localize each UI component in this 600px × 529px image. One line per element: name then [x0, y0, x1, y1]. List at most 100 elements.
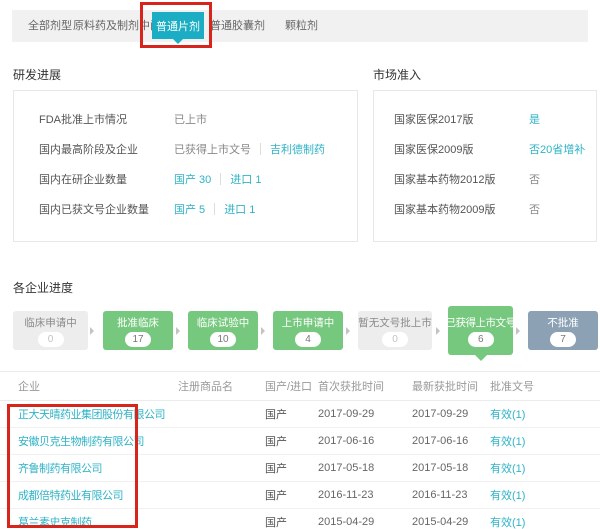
medicare-2009-label: 国家医保2009版: [394, 141, 529, 157]
stage-listing-application[interactable]: 上市申请中 4: [273, 311, 343, 350]
market-access-row: 国家医保2017版 是: [394, 104, 596, 134]
table-row: 葛兰素史克制药 国产 2015-04-29 2015-04-29 有效(1): [0, 509, 600, 529]
stage-count-badge: 0: [382, 332, 408, 347]
table-row: 成都倍特药业有限公司 国产 2016-11-23 2016-11-23 有效(1…: [0, 482, 600, 509]
market-access-row: 国家基本药物2012版 否: [394, 164, 596, 194]
medicare-2017-label: 国家医保2017版: [394, 111, 529, 127]
fda-status-value: 已上市: [174, 111, 207, 127]
latest-date-cell: 2017-09-29: [412, 408, 490, 420]
stage-count-badge: 10: [210, 332, 236, 347]
origin-cell: 国产: [265, 487, 318, 503]
essential-drugs-2012-label: 国家基本药物2012版: [394, 171, 529, 187]
latest-date-cell: 2015-04-29: [412, 516, 490, 528]
header-first-approval-date: 首次获批时间: [318, 378, 412, 394]
table-row: 齐鲁制药有限公司 国产 2017-05-18 2017-05-18 有效(1): [0, 455, 600, 482]
tab-all-dosage-forms[interactable]: 全部剂型: [28, 10, 72, 42]
origin-cell: 国产: [265, 514, 318, 529]
chevron-right-icon: [346, 327, 350, 335]
header-latest-approval-date: 最新获批时间: [412, 378, 490, 394]
latest-date-cell: 2016-11-23: [412, 489, 490, 501]
origin-cell: 国产: [265, 460, 318, 476]
license-link[interactable]: 有效(1): [490, 433, 600, 449]
chevron-right-icon: [90, 327, 94, 335]
tab-capsule[interactable]: 普通胶囊剂: [210, 10, 265, 42]
market-access-row: 国家基本药物2009版 否: [394, 194, 596, 224]
market-access-card: 国家医保2017版 是 国家医保2009版 否20省增补 国家基本药物2012版…: [373, 90, 597, 242]
licensed-companies-label: 国内已获文号企业数量: [39, 201, 174, 217]
essential-drugs-2009-value: 否: [529, 201, 540, 217]
table-row: 安徽贝克生物制药有限公司 国产 2017-06-16 2017-06-16 有效…: [0, 428, 600, 455]
company-progress-title: 各企业进度: [13, 279, 73, 296]
licensed-import-link[interactable]: 进口 1: [224, 201, 255, 217]
header-license: 批准文号: [490, 378, 600, 394]
divider: [214, 203, 215, 215]
company-link[interactable]: 成都倍特药业有限公司: [18, 487, 178, 503]
rd-row-fda: FDA批准上市情况 已上市: [39, 104, 357, 134]
stage-count-badge: 6: [468, 332, 494, 347]
latest-date-cell: 2017-06-16: [412, 435, 490, 447]
stage-count-badge: 4: [295, 332, 321, 347]
companies-table: 企业 注册商品名 国产/进口 首次获批时间 最新获批时间 批准文号 正大天晴药业…: [0, 371, 600, 529]
stage-clinical-approved[interactable]: 批准临床 17: [103, 311, 173, 350]
essential-drugs-2009-label: 国家基本药物2009版: [394, 201, 529, 217]
stage-no-license-approved[interactable]: 暂无文号批上市 0: [358, 311, 432, 350]
licensed-domestic-link[interactable]: 国产 5: [174, 201, 205, 217]
stage-license-obtained-selected[interactable]: 已获得上市文号 6: [448, 306, 513, 355]
stage-count-badge: 7: [550, 332, 576, 347]
header-company: 企业: [18, 378, 178, 394]
license-link[interactable]: 有效(1): [490, 514, 600, 529]
stage-count-badge: 0: [38, 332, 64, 347]
divider: [260, 143, 261, 155]
fda-status-label: FDA批准上市情况: [39, 111, 174, 127]
first-date-cell: 2016-11-23: [318, 489, 412, 501]
drug-detail-page: 全部剂型 原料药及制剂中间体 普通胶囊剂 颗粒剂 普通片剂 研发进展 FDA批准…: [0, 0, 600, 529]
table-row: 正大天晴药业集团股份有限公司 国产 2017-09-29 2017-09-29 …: [0, 401, 600, 428]
rd-progress-title: 研发进展: [13, 66, 61, 83]
rd-row-active-companies: 国内在研企业数量 国产 30 进口 1: [39, 164, 357, 194]
rd-row-highest-stage: 国内最高阶段及企业 已获得上市文号 吉利德制药: [39, 134, 357, 164]
market-access-row: 国家医保2009版 否20省增补: [394, 134, 596, 164]
tab-granule[interactable]: 颗粒剂: [285, 10, 318, 42]
company-link[interactable]: 正大天晴药业集团股份有限公司: [18, 406, 178, 422]
stage-label: 不批准: [547, 315, 579, 330]
license-link[interactable]: 有效(1): [490, 487, 600, 503]
company-link[interactable]: 葛兰素史克制药: [18, 514, 178, 529]
progress-pipeline: 临床申请中 0 批准临床 17 临床试验中 10 上市申请中 4 暂无文号批上市…: [0, 303, 600, 365]
stage-label: 已获得上市文号: [446, 315, 516, 330]
highest-stage-label: 国内最高阶段及企业: [39, 141, 174, 157]
stage-label: 批准临床: [117, 315, 159, 330]
chevron-right-icon: [436, 327, 440, 335]
table-header-row: 企业 注册商品名 国产/进口 首次获批时间 最新获批时间 批准文号: [0, 371, 600, 401]
dosage-form-tabbar: 全部剂型 原料药及制剂中间体 普通胶囊剂 颗粒剂 普通片剂: [12, 10, 588, 42]
active-domestic-link[interactable]: 国产 30: [174, 171, 211, 187]
company-link[interactable]: 齐鲁制药有限公司: [18, 460, 178, 476]
highest-stage-company-link[interactable]: 吉利德制药: [270, 141, 325, 157]
rd-row-licensed-companies: 国内已获文号企业数量 国产 5 进口 1: [39, 194, 357, 224]
chevron-right-icon: [516, 327, 520, 335]
latest-date-cell: 2017-05-18: [412, 462, 490, 474]
license-link[interactable]: 有效(1): [490, 460, 600, 476]
essential-drugs-2012-value: 否: [529, 171, 540, 187]
origin-cell: 国产: [265, 433, 318, 449]
first-date-cell: 2017-09-29: [318, 408, 412, 420]
active-import-link[interactable]: 进口 1: [230, 171, 261, 187]
tab-tablet-active[interactable]: 普通片剂: [152, 12, 204, 39]
company-link[interactable]: 安徽贝克生物制药有限公司: [18, 433, 178, 449]
stage-count-badge: 17: [125, 332, 151, 347]
chevron-right-icon: [261, 327, 265, 335]
active-companies-label: 国内在研企业数量: [39, 171, 174, 187]
rd-progress-card: FDA批准上市情况 已上市 国内最高阶段及企业 已获得上市文号 吉利德制药 国内…: [13, 90, 358, 242]
divider: [220, 173, 221, 185]
stage-in-clinical-trial[interactable]: 临床试验中 10: [188, 311, 258, 350]
first-date-cell: 2017-05-18: [318, 462, 412, 474]
stage-not-approved[interactable]: 不批准 7: [528, 311, 598, 350]
market-access-title: 市场准入: [373, 66, 421, 83]
first-date-cell: 2015-04-29: [318, 516, 412, 528]
medicare-2017-value: 是: [529, 111, 540, 127]
license-link[interactable]: 有效(1): [490, 406, 600, 422]
stage-label: 暂无文号批上市: [358, 315, 432, 330]
stage-clinical-application[interactable]: 临床申请中 0: [13, 311, 88, 350]
stage-label: 上市申请中: [282, 315, 335, 330]
chevron-right-icon: [176, 327, 180, 335]
stage-label: 临床申请中: [24, 315, 77, 330]
